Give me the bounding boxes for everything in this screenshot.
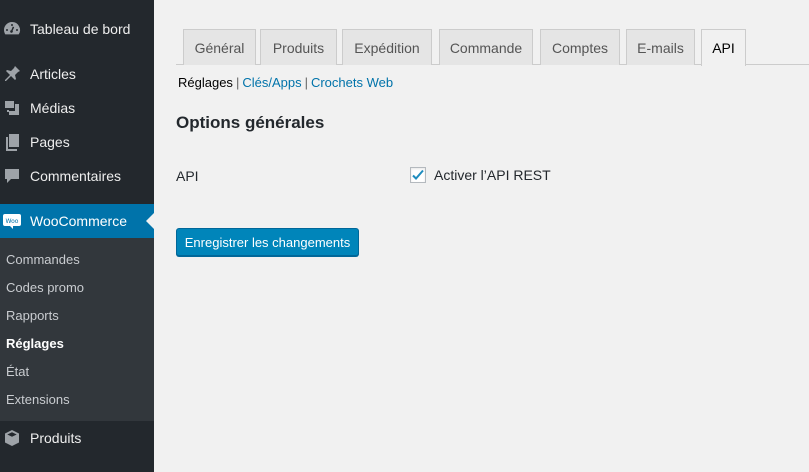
- submenu-item-commandes[interactable]: Commandes: [6, 245, 80, 273]
- subnav-current: Réglages: [178, 75, 233, 90]
- settings-tabs: Général Produits Expédition Commande Com…: [176, 29, 809, 66]
- sidebar-item-commentaires[interactable]: Commentaires: [0, 159, 154, 193]
- subnav-link-crochets-web[interactable]: Crochets Web: [311, 75, 393, 90]
- subnav-link-cles-apps[interactable]: Clés/Apps: [242, 75, 301, 90]
- tab-expedition[interactable]: Expédition: [342, 29, 432, 65]
- tab-produits[interactable]: Produits: [260, 29, 337, 65]
- sidebar-item-label: Produits: [30, 430, 82, 446]
- comment-icon: [2, 166, 22, 186]
- svg-text:Woo: Woo: [6, 218, 19, 225]
- api-rest-option: Activer l’API REST: [410, 167, 551, 183]
- sidebar-item-woocommerce[interactable]: Woo WooCommerce: [0, 204, 154, 238]
- submenu-item-codes-promo[interactable]: Codes promo: [6, 273, 84, 301]
- tab-general[interactable]: Général: [183, 29, 256, 65]
- admin-sidebar: Tableau de bord Articles Médias Pages Co…: [0, 0, 154, 472]
- section-title: Options générales: [176, 113, 325, 132]
- section-subnav: Réglages | Clés/Apps | Crochets Web: [178, 75, 393, 90]
- submenu-item-reglages[interactable]: Réglages: [6, 329, 64, 357]
- pages-icon: [2, 132, 22, 152]
- sidebar-item-dashboard[interactable]: Tableau de bord: [0, 12, 154, 46]
- checkmark-icon: [412, 169, 424, 180]
- field-label-api: API: [176, 168, 199, 184]
- subnav-separator: |: [235, 75, 240, 90]
- subnav-separator: |: [304, 75, 308, 90]
- dashboard-icon: [2, 19, 22, 39]
- pin-icon: [2, 64, 22, 84]
- sidebar-item-label: Commentaires: [30, 168, 122, 184]
- media-icon: [2, 98, 22, 118]
- tab-comptes[interactable]: Comptes: [540, 29, 620, 65]
- sidebar-item-label: WooCommerce: [30, 213, 127, 229]
- sidebar-item-produits[interactable]: Produits: [0, 421, 154, 455]
- checkbox-label: Activer l’API REST: [434, 167, 551, 183]
- sidebar-item-medias[interactable]: Médias: [0, 91, 154, 125]
- sidebar-item-label: Pages: [30, 134, 70, 150]
- submenu-item-etat[interactable]: État: [6, 357, 29, 385]
- tab-emails[interactable]: E-mails: [626, 29, 695, 65]
- tab-commande[interactable]: Commande: [439, 29, 533, 65]
- submenu-item-extensions[interactable]: Extensions: [6, 385, 70, 413]
- submenu-item-rapports[interactable]: Rapports: [6, 301, 59, 329]
- save-button[interactable]: Enregistrer les changements: [176, 228, 359, 256]
- woocommerce-submenu: Commandes Codes promo Rapports Réglages …: [0, 238, 154, 421]
- sidebar-item-label: Tableau de bord: [30, 21, 131, 37]
- sidebar-item-label: Articles: [30, 66, 76, 82]
- sidebar-item-label: Médias: [30, 100, 76, 116]
- tab-api[interactable]: API: [701, 29, 746, 66]
- woocommerce-icon: Woo: [2, 211, 22, 231]
- enable-api-checkbox[interactable]: [410, 167, 426, 183]
- box-icon: [2, 428, 22, 448]
- sidebar-item-pages[interactable]: Pages: [0, 125, 154, 159]
- sidebar-item-articles[interactable]: Articles: [0, 57, 154, 91]
